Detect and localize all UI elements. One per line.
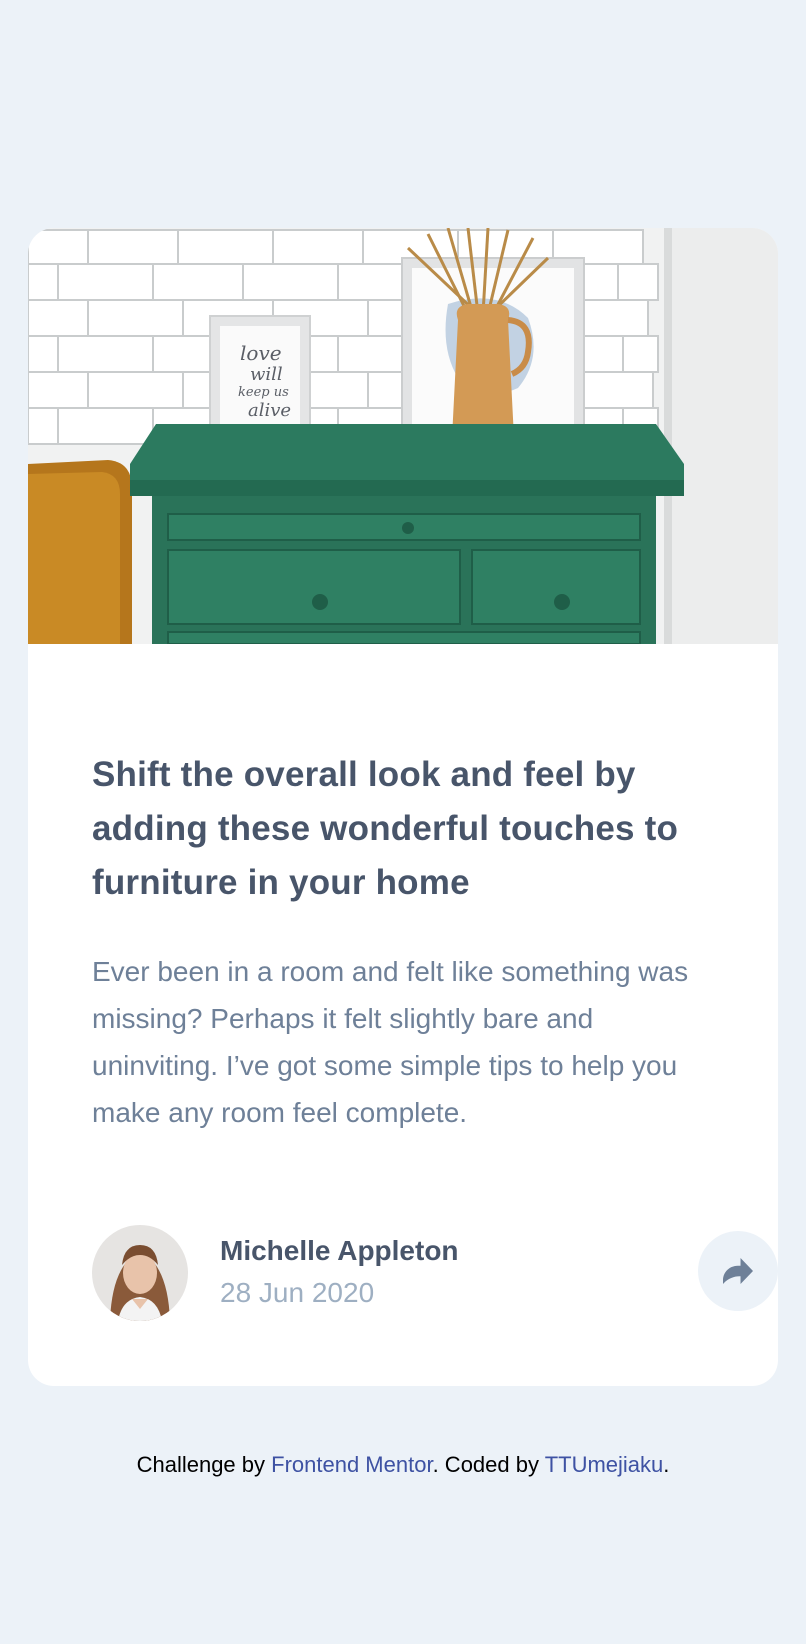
- attribution: Challenge by Frontend Mentor. Coded by T…: [0, 1452, 806, 1478]
- share-arrow-icon: [723, 1258, 753, 1284]
- post-date: 28 Jun 2020: [220, 1277, 375, 1308]
- frame-word-2: will: [250, 364, 283, 385]
- author-row: Michelle Appleton 28 Jun 2020: [92, 1225, 778, 1323]
- avatar-image: [92, 1225, 188, 1321]
- article-excerpt: Ever been in a room and felt like someth…: [92, 956, 689, 1128]
- share-button[interactable]: [698, 1231, 778, 1311]
- article-headline[interactable]: Shift the overall look and feel by addin…: [92, 748, 722, 910]
- attribution-middle: . Coded by: [432, 1452, 545, 1477]
- article-content: Shift the overall look and feel by addin…: [92, 748, 722, 1136]
- author-name: Michelle Appleton: [220, 1235, 459, 1266]
- frame-word-1: love: [240, 341, 282, 365]
- frame-word-3: keep us: [238, 385, 289, 400]
- author-link[interactable]: TTUmejiaku: [545, 1452, 664, 1477]
- article-card: love will keep us alive Shift the overal…: [28, 228, 778, 1386]
- avatar: [92, 1225, 188, 1321]
- frontend-mentor-link[interactable]: Frontend Mentor: [271, 1452, 432, 1477]
- attribution-suffix: .: [663, 1452, 670, 1477]
- attribution-prefix: Challenge by: [136, 1452, 272, 1477]
- frame-word-4: alive: [248, 400, 291, 421]
- hero-image: love will keep us alive: [28, 228, 778, 644]
